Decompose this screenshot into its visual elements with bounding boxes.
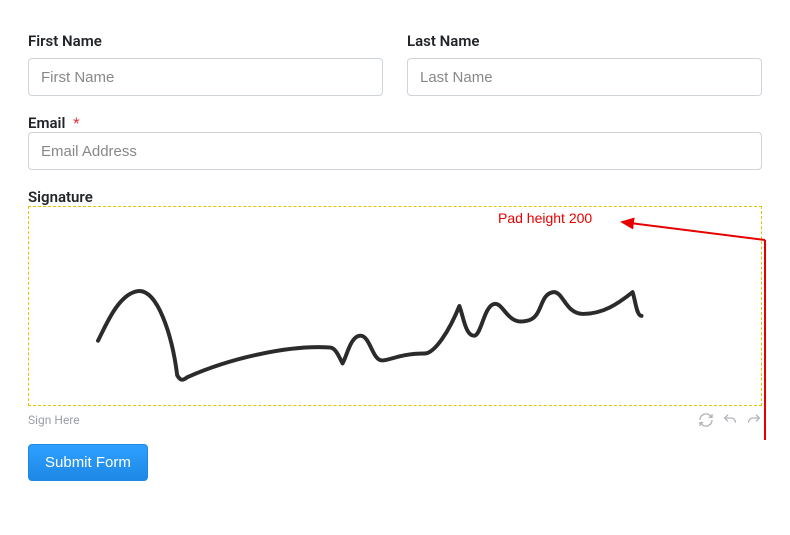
submit-button[interactable]: Submit Form <box>28 444 148 481</box>
signature-pad[interactable] <box>28 206 762 406</box>
first-name-input[interactable] <box>28 58 383 96</box>
signature-drawing <box>29 207 761 405</box>
refresh-icon[interactable] <box>698 412 714 428</box>
first-name-group: First Name <box>28 32 383 96</box>
sign-here-text: Sign Here <box>28 413 80 427</box>
email-input[interactable] <box>28 132 762 170</box>
email-label-text: Email <box>28 114 65 132</box>
annotation-pad-height: Pad height 200 <box>498 210 592 226</box>
signature-actions-row: Sign Here <box>28 412 762 428</box>
last-name-group: Last Name <box>407 32 762 96</box>
redo-icon[interactable] <box>746 412 762 428</box>
last-name-label: Last Name <box>407 32 762 50</box>
required-star: * <box>73 114 79 132</box>
undo-icon[interactable] <box>722 412 738 428</box>
signature-group: Signature Sign Here <box>28 188 762 428</box>
last-name-input[interactable] <box>407 58 762 96</box>
email-group: Email * <box>28 114 762 170</box>
first-name-label: First Name <box>28 32 383 50</box>
signature-action-icons <box>698 412 762 428</box>
signature-label: Signature <box>28 188 93 206</box>
name-row: First Name Last Name <box>28 32 762 96</box>
email-label: Email * <box>28 114 80 132</box>
